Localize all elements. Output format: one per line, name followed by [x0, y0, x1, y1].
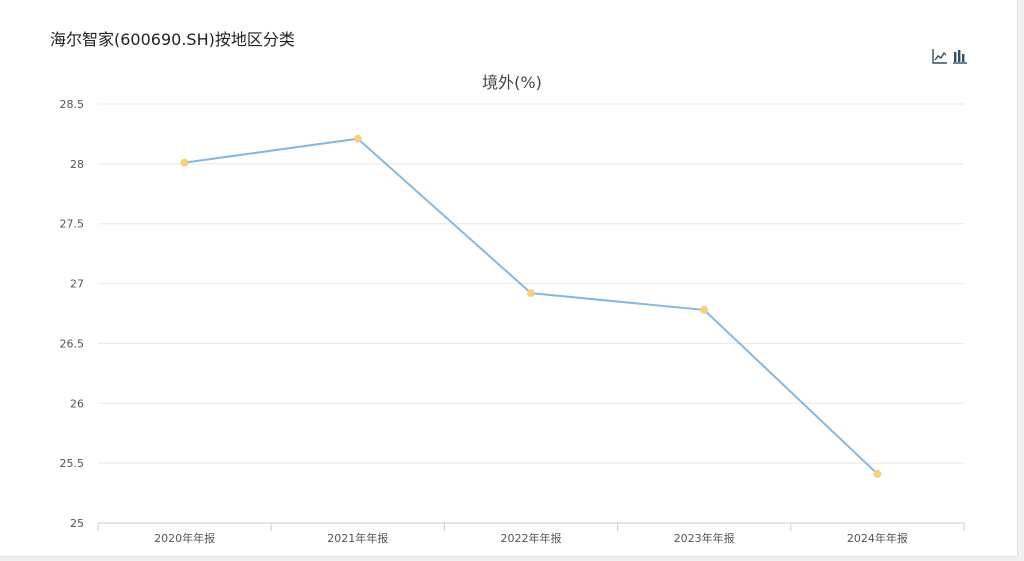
x-tick-label: 2022年年报 [501, 531, 562, 545]
x-tick-label: 2020年年报 [154, 531, 215, 545]
x-tick-label: 2021年年报 [327, 531, 388, 545]
data-point[interactable] [353, 134, 362, 143]
y-tick-label: 26.5 [60, 337, 85, 350]
data-point[interactable] [527, 289, 535, 298]
series [180, 134, 882, 478]
data-point[interactable] [873, 469, 882, 478]
series-line [184, 137, 879, 475]
chart-title: 境外(%) [482, 73, 542, 92]
y-tick-label: 25 [70, 517, 84, 530]
x-tick-label: 2023年年报 [674, 531, 735, 545]
data-point[interactable] [700, 305, 709, 314]
y-tick-label: 26 [70, 397, 84, 410]
data-point[interactable] [180, 158, 189, 167]
y-tick-label: 28 [70, 158, 84, 171]
chart-card: 海尔智家(600690.SH)按地区分类 境外(%) 25 25.5 26 26.5 2… [0, 0, 1018, 557]
y-tick-label: 28.5 [60, 98, 85, 111]
x-tick-label: 2024年年报 [847, 531, 908, 545]
y-axis: 25 25.5 26 26.5 27 27.5 28 28.5 [60, 98, 85, 530]
x-axis: 2020年年报 2021年年报 2022年年报 2023年年报 2024年年报 [97, 522, 965, 545]
line-chart: 境外(%) 2525.52626.52727.52828.5 2020年年报 20… [60, 73, 965, 545]
y-tick-label: 27.5 [60, 218, 85, 231]
y-tick-label: 25.5 [60, 457, 85, 470]
grid-lines [98, 103, 964, 464]
y-tick-label: 27 [70, 278, 84, 291]
